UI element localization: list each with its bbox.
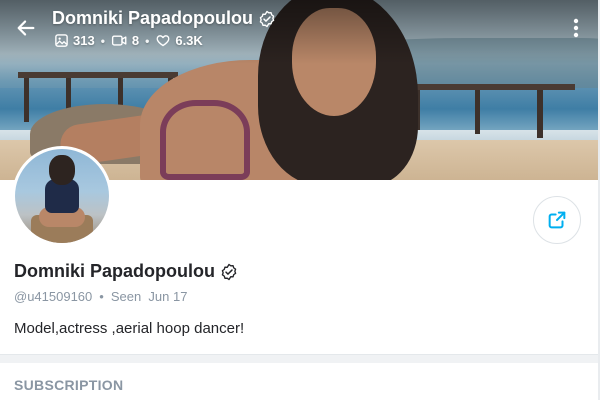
image-icon (55, 34, 68, 47)
profile-header-bar: Domniki Papadopoulou 313 • 8 • 6.3K (0, 0, 600, 60)
meta-separator: • (99, 289, 104, 304)
stat-videos-count: 8 (131, 33, 140, 48)
header-name-text: Domniki Papadopoulou (52, 8, 253, 28)
subscription-heading: SUBSCRIPTION (14, 377, 124, 393)
stat-photos[interactable]: 313 (54, 33, 95, 48)
more-vertical-icon (573, 18, 579, 38)
stat-likes-count: 6.3K (175, 33, 203, 48)
avatar-image (15, 149, 109, 243)
profile-meta: @u41509160 • Seen Jun 17 (14, 289, 187, 304)
avatar-head (49, 155, 75, 185)
verified-badge-icon (259, 10, 275, 27)
share-button[interactable] (533, 196, 581, 244)
stat-likes[interactable]: 6.3K (155, 33, 203, 48)
verified-badge-icon (221, 263, 237, 280)
section-divider (0, 354, 600, 363)
header-stats: 313 • 8 • 6.3K (54, 33, 203, 48)
header-title: Domniki Papadopoulou (52, 8, 276, 29)
username[interactable]: @u41509160 (14, 289, 92, 304)
cover-pier-right (405, 84, 575, 138)
share-icon (548, 211, 566, 229)
profile-name: Domniki Papadopoulou (14, 261, 238, 282)
stat-videos[interactable]: 8 (111, 33, 139, 48)
cover-figure-bikini (160, 100, 250, 180)
profile-bio: Model,actress ,aerial hoop dancer! (14, 320, 245, 337)
last-seen: Seen Jun 17 (110, 289, 188, 304)
profile-name-text: Domniki Papadopoulou (14, 261, 215, 281)
more-options-button[interactable] (565, 14, 587, 42)
stat-separator: • (100, 33, 105, 48)
stat-photos-count: 313 (73, 33, 95, 48)
stat-separator: • (145, 33, 150, 48)
arrow-left-icon (17, 20, 35, 36)
avatar[interactable] (12, 146, 112, 246)
back-button[interactable] (10, 12, 42, 44)
heart-icon (156, 35, 170, 47)
video-icon (111, 35, 127, 46)
